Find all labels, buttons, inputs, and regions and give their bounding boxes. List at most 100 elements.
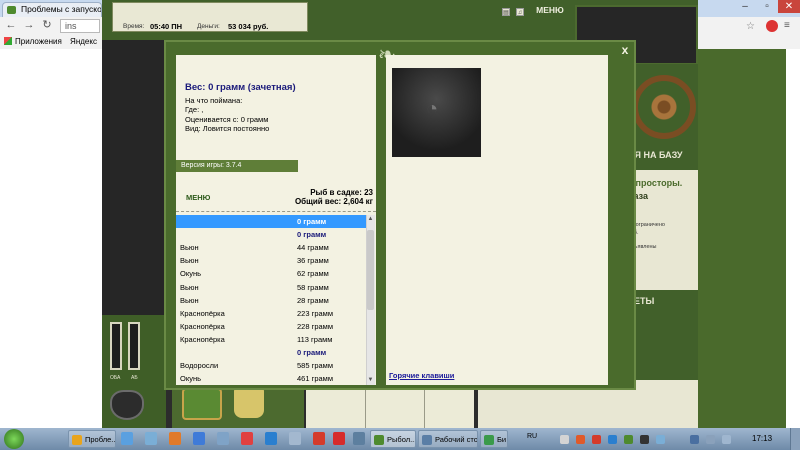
adblock-icon[interactable] xyxy=(766,20,778,32)
page-background-left xyxy=(0,49,102,428)
taskbar-bi-button[interactable]: Би xyxy=(480,430,508,448)
slot-divider xyxy=(365,390,366,428)
taskbar-desktop-button[interactable]: Рабочий стол xyxy=(418,430,478,448)
fish-weight: 28 грамм xyxy=(297,295,329,305)
dialog-menu-button[interactable]: МЕНЮ xyxy=(186,193,214,203)
show-desktop-button[interactable] xyxy=(790,428,800,450)
volume-icon[interactable] xyxy=(722,435,731,444)
game-menu-button[interactable]: МЕНЮ xyxy=(536,5,564,19)
base-info-card: е просторы. база не ограничено руб. объя… xyxy=(628,170,698,290)
fish-name: Краснопёрка xyxy=(180,308,225,318)
ie-icon[interactable] xyxy=(193,432,205,445)
fish-list-row[interactable]: Вьюн 36 грамм xyxy=(176,254,366,267)
tray-icon[interactable] xyxy=(640,435,649,444)
gauge-label-left: ОБА xyxy=(110,375,121,381)
tray-icon[interactable] xyxy=(656,435,665,444)
go-to-base-heading[interactable]: СЯ НА БАЗУ xyxy=(628,150,698,164)
flag-icon[interactable] xyxy=(706,435,715,444)
close-window-icon[interactable]: ✕ xyxy=(778,0,800,13)
reload-icon[interactable]: ↻ xyxy=(40,17,54,33)
tray-icon[interactable] xyxy=(592,435,601,444)
browser-tab[interactable]: Проблемы с запуском xyxy=(2,2,102,17)
game-icon xyxy=(374,435,384,445)
ship-wheel-icon[interactable] xyxy=(632,75,696,139)
skype-icon[interactable] xyxy=(265,432,277,445)
folder-icon[interactable] xyxy=(217,432,229,445)
money-value: 53 034 руб. xyxy=(228,22,269,31)
taskbar-game-button[interactable]: Рыбол... xyxy=(370,430,416,448)
tray-icon[interactable] xyxy=(624,435,633,444)
fish-list-row[interactable]: Окунь 62 грамм xyxy=(176,267,366,280)
gauge-label-right: АБ xyxy=(131,375,138,381)
fish-weight: 44 грамм xyxy=(297,243,329,253)
view-text: Вид: Ловится постоянно xyxy=(185,124,270,133)
window-icon[interactable] xyxy=(289,432,301,445)
fish-name: Вьюн xyxy=(180,243,199,253)
bucket-icon[interactable] xyxy=(234,388,264,418)
mail-icon[interactable] xyxy=(121,432,133,445)
game-info-bar: Время: 05:40 ПН Деньги: 53 034 руб. xyxy=(112,2,308,32)
tray-icon[interactable] xyxy=(608,435,617,444)
fish-name: Вьюн xyxy=(180,282,199,292)
minimize-icon[interactable]: – xyxy=(734,0,756,13)
fish-list-row[interactable]: Краснопёрка 113 грамм xyxy=(176,333,366,346)
fish-list-row[interactable]: 0 грамм xyxy=(176,228,366,241)
fish-list-row[interactable]: Вьюн 58 грамм xyxy=(176,281,366,294)
tray-icon[interactable] xyxy=(576,435,585,444)
secrets-heading[interactable]: РЕТЫ xyxy=(628,296,698,310)
fish-name: Краснопёрка xyxy=(180,334,225,344)
fish-list-row[interactable]: 0 грамм xyxy=(176,215,366,228)
fish-list-row[interactable]: Краснопёрка 228 грамм xyxy=(176,320,366,333)
start-button[interactable] xyxy=(4,429,24,449)
cauldron-icon[interactable] xyxy=(110,390,144,420)
bookmark-yandex[interactable]: Яндекс xyxy=(70,37,97,46)
sound-mini-icon[interactable]: ♫ xyxy=(516,8,524,16)
bookmark-apps[interactable]: Приложения xyxy=(15,37,62,46)
menu-icon[interactable]: ≡ xyxy=(784,20,794,32)
fish-weight: 62 грамм xyxy=(297,269,329,279)
chrome-icon xyxy=(72,435,82,445)
fish-weight: 58 грамм xyxy=(297,282,329,292)
star-icon[interactable]: ☆ xyxy=(746,21,756,32)
fish-image: ◔ xyxy=(392,68,481,157)
back-icon[interactable]: ← xyxy=(4,17,18,33)
page-background-right xyxy=(786,49,800,428)
explorer-icon[interactable] xyxy=(145,432,157,445)
left-dark-panel xyxy=(102,40,166,315)
tray-icon[interactable] xyxy=(560,435,569,444)
settings-mini-icon[interactable]: ▤ xyxy=(502,8,510,16)
fish-list-row[interactable]: Вьюн 44 грамм xyxy=(176,241,366,254)
language-indicator[interactable]: RU xyxy=(527,433,539,445)
monitor-icon[interactable] xyxy=(353,432,365,445)
apps-icon[interactable] xyxy=(4,37,12,45)
money-label: Деньги: xyxy=(197,23,220,30)
clock[interactable]: 17:13 xyxy=(752,434,782,446)
fish-weight: 585 грамм xyxy=(297,361,333,371)
fish-list-row[interactable]: Окунь 461 грамм xyxy=(176,372,366,385)
address-bar[interactable]: ins xyxy=(60,19,100,33)
yandex-browser-icon[interactable] xyxy=(333,432,345,445)
close-dialog-button[interactable]: x xyxy=(618,43,632,57)
forward-icon[interactable]: → xyxy=(22,17,36,33)
scroll-up-icon[interactable]: ▲ xyxy=(366,215,375,224)
scrollbar-thumb[interactable] xyxy=(367,230,374,310)
treasure-chest-icon[interactable] xyxy=(182,388,222,420)
app-icon[interactable] xyxy=(169,432,181,445)
fish-list-row[interactable]: Водоросли 585 грамм xyxy=(176,359,366,372)
player-icon[interactable] xyxy=(241,432,253,445)
slot-divider xyxy=(424,390,425,428)
time-value: 05:40 ПН xyxy=(150,22,183,31)
yandex-icon[interactable] xyxy=(313,432,325,445)
scroll-down-icon[interactable]: ▼ xyxy=(366,376,375,385)
fish-list-row[interactable]: Краснопёрка 223 грамм xyxy=(176,307,366,320)
taskbar-chrome-label: Пробле... xyxy=(85,435,116,444)
maximize-icon[interactable]: ▫ xyxy=(756,0,778,13)
hotkeys-link[interactable]: Горячие клавиши xyxy=(389,371,469,381)
fish-list-row[interactable]: Вьюн 28 грамм xyxy=(176,294,366,307)
bluetooth-icon[interactable] xyxy=(690,435,699,444)
taskbar-chrome-button[interactable]: Пробле... xyxy=(68,430,116,448)
divider xyxy=(176,211,376,212)
taskbar-bi-label: Би xyxy=(497,435,507,444)
browser-toolbar-right: ☆ ≡ xyxy=(696,17,800,49)
fish-list-row[interactable]: 0 грамм xyxy=(176,346,366,359)
